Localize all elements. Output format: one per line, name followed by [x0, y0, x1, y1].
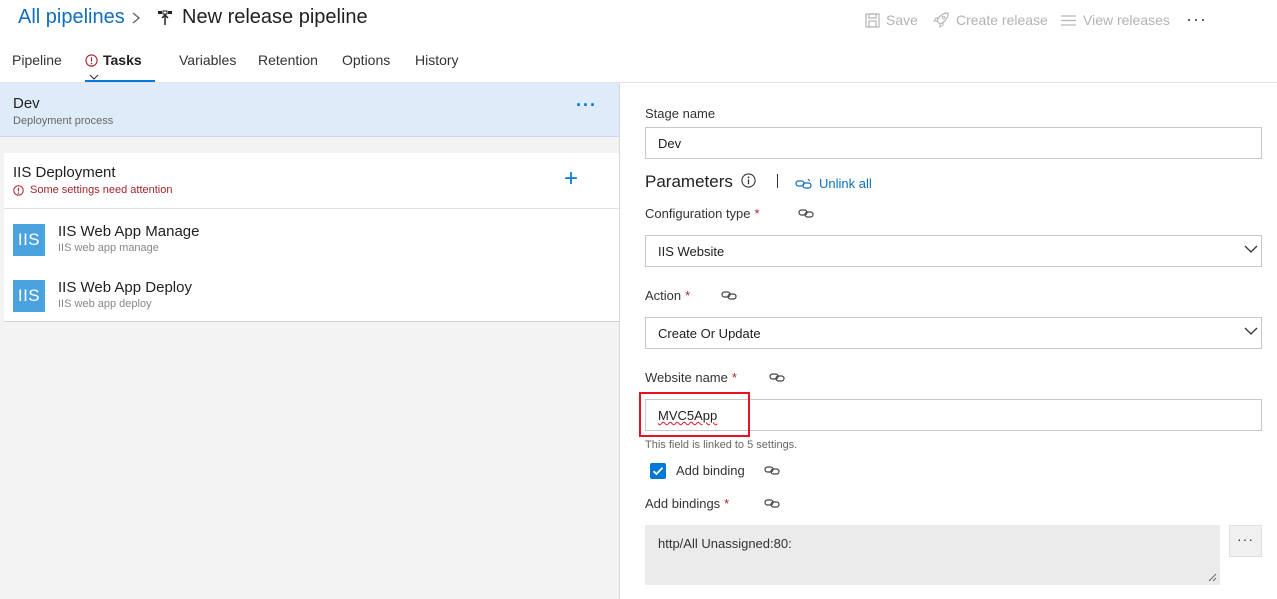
page-title: New release pipeline [182, 6, 368, 28]
view-releases-label: View releases [1083, 12, 1170, 28]
unlink-icon [795, 178, 812, 189]
stage-header[interactable]: Dev Deployment process ··· [0, 83, 619, 137]
iis-icon: IIS [13, 280, 45, 312]
link-icon[interactable] [798, 208, 815, 219]
info-icon[interactable] [741, 173, 756, 188]
stage-settings-panel: Stage name Dev Parameters Unlink all Con… [621, 83, 1277, 599]
save-button[interactable]: Save [865, 12, 918, 28]
task-item-iis-deploy[interactable]: IIS IIS Web App Deploy IIS web app deplo… [4, 266, 619, 322]
resize-handle-icon[interactable] [1208, 573, 1217, 582]
stage-name: Dev [13, 95, 40, 112]
create-release-label: Create release [956, 12, 1048, 28]
stage-name-input[interactable]: Dev [645, 127, 1262, 159]
add-binding-label: Add binding [676, 463, 745, 478]
save-label: Save [886, 12, 918, 28]
tab-options[interactable]: Options [342, 52, 390, 82]
tab-variables[interactable]: Variables [179, 52, 236, 82]
warning-circle-icon [85, 54, 98, 67]
task-subtitle: IIS web app manage [58, 242, 159, 254]
release-pipeline-icon [158, 10, 172, 25]
iis-icon: IIS [13, 224, 45, 256]
warning-circle-icon [13, 184, 24, 196]
job-name: IIS Deployment [13, 164, 116, 181]
add-bindings-value: http/All Unassigned:80: [658, 536, 792, 551]
stage-subtitle: Deployment process [13, 115, 114, 127]
job-warning-text: Some settings need attention [30, 184, 173, 196]
edit-bindings-button[interactable]: ··· [1229, 525, 1262, 557]
required-mark: * [754, 206, 760, 221]
chevron-down-icon [89, 74, 99, 80]
save-icon [865, 12, 880, 28]
config-type-label: Configuration type * [645, 206, 760, 221]
job-warning: Some settings need attention [13, 184, 172, 196]
unlink-all-button[interactable]: Unlink all [795, 176, 872, 191]
action-value: Create Or Update [658, 326, 761, 341]
stage-name-label: Stage name [645, 106, 716, 121]
linked-settings-hint: This field is linked to 5 settings. [645, 439, 798, 451]
divider [777, 174, 778, 188]
view-releases-button[interactable]: View releases [1060, 12, 1170, 28]
tab-tasks-label: Tasks [103, 52, 142, 68]
add-bindings-label-text: Add bindings [645, 496, 721, 511]
tab-history[interactable]: History [415, 52, 459, 82]
highlight-box [639, 392, 750, 437]
tab-tasks[interactable]: Tasks [85, 52, 155, 82]
required-mark: * [685, 288, 691, 303]
unlink-all-label: Unlink all [819, 176, 872, 191]
create-release-button[interactable]: Create release [933, 12, 1048, 28]
config-type-label-text: Configuration type [645, 206, 751, 221]
action-label: Action * [645, 288, 690, 303]
add-binding-checkbox[interactable] [650, 463, 666, 479]
tab-retention[interactable]: Retention [258, 52, 318, 82]
chevron-down-icon [1244, 245, 1258, 253]
task-item-iis-manage[interactable]: IIS IIS Web App Manage IIS web app manag… [4, 210, 619, 266]
config-type-value: IIS Website [658, 244, 725, 259]
tab-pipeline[interactable]: Pipeline [12, 52, 62, 82]
action-label-text: Action [645, 288, 682, 303]
config-type-select[interactable]: IIS Website [645, 235, 1262, 267]
add-bindings-label: Add bindings * [645, 496, 729, 511]
website-name-label-text: Website name [645, 370, 728, 385]
website-name-label: Website name * [645, 370, 737, 385]
tab-bar: Pipeline Tasks Variables Retention Optio… [0, 44, 1277, 82]
task-name: IIS Web App Manage [58, 223, 200, 240]
tasks-panel: Dev Deployment process ··· IIS Deploymen… [0, 83, 620, 599]
checkmark-icon [652, 467, 664, 476]
link-icon[interactable] [764, 465, 781, 476]
add-bindings-textarea[interactable]: http/All Unassigned:80: [645, 525, 1220, 585]
list-icon [1061, 14, 1076, 26]
agent-job[interactable]: IIS Deployment Some settings need attent… [4, 153, 619, 209]
link-icon[interactable] [769, 372, 786, 383]
add-task-button[interactable]: + [564, 167, 578, 191]
rocket-icon [933, 12, 949, 28]
chevron-right-icon [132, 12, 141, 24]
chevron-down-icon [1244, 327, 1258, 335]
required-mark: * [724, 496, 730, 511]
top-bar: All pipelines New release pipeline Save … [0, 0, 1277, 40]
breadcrumb-all-pipelines[interactable]: All pipelines [18, 6, 125, 29]
task-list: IIS Deployment Some settings need attent… [4, 153, 619, 322]
link-icon[interactable] [721, 290, 738, 301]
stage-more-button[interactable]: ··· [576, 95, 597, 116]
required-mark: * [731, 370, 737, 385]
parameters-heading: Parameters [645, 172, 733, 191]
task-name: IIS Web App Deploy [58, 279, 192, 296]
more-actions-button[interactable]: ··· [1186, 9, 1207, 30]
action-select[interactable]: Create Or Update [645, 317, 1262, 349]
task-subtitle: IIS web app deploy [58, 298, 152, 310]
link-icon[interactable] [764, 498, 781, 509]
